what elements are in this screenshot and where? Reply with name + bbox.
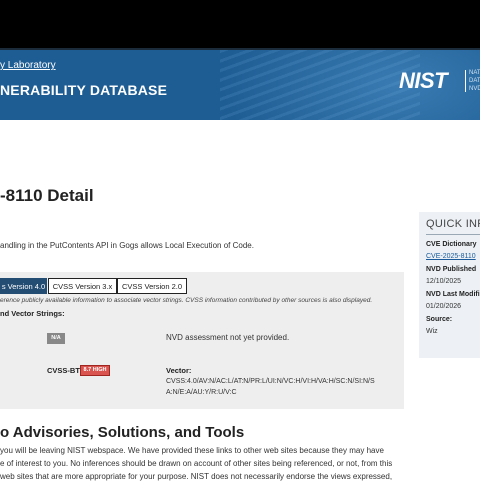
severity-badge[interactable]: 8.7 HIGH: [80, 365, 110, 376]
cvss-bt-label: CVSS-BT: [47, 366, 80, 375]
logo-side-line: NAT: [469, 70, 480, 76]
itl-link[interactable]: y Laboratory: [0, 60, 56, 71]
nvd-assessment-note: NVD assessment not yet provided.: [166, 333, 290, 342]
logo-side-line: DAT: [469, 78, 480, 84]
nvd-published-label: NVD Published: [426, 266, 477, 273]
vector-string-line: A:N/E:A/AU:Y/R:U/V:C: [166, 389, 237, 396]
logo-divider: [465, 70, 466, 92]
nvd-score-badge: N/A: [47, 333, 65, 344]
vulnerability-description: andling in the PutContents API in Gogs a…: [0, 241, 254, 250]
vector-label: Vector:: [166, 366, 192, 375]
header-decoration-lines: [220, 50, 420, 120]
quick-info-title: QUICK INFO: [426, 218, 480, 230]
tab-cvss-3[interactable]: CVSS Version 3.x: [48, 278, 117, 294]
vector-strings-heading: nd Vector Strings:: [0, 309, 65, 318]
tab-cvss-4[interactable]: s Version 4.0: [0, 278, 47, 294]
site-header: y Laboratory NERABILITY DATABASE NIST NA…: [0, 50, 480, 120]
nvd-published-date: 12/10/2025: [426, 278, 462, 285]
cve-dictionary-label: CVE Dictionary: [426, 241, 477, 248]
database-title: NERABILITY DATABASE: [0, 82, 168, 98]
source-value: Wiz: [426, 328, 438, 335]
logo-side-line: NVD: [469, 86, 480, 92]
browser-top-bar: [0, 0, 480, 50]
tab-cvss-2[interactable]: CVSS Version 2.0: [117, 278, 187, 294]
cve-dictionary-link[interactable]: CVE-2025-8110: [426, 253, 476, 260]
quick-info-divider: [426, 234, 480, 235]
references-text-line: you will be leaving NIST webspace. We ha…: [0, 446, 384, 455]
references-heading: o Advisories, Solutions, and Tools: [0, 424, 245, 441]
nist-logo[interactable]: NIST: [399, 68, 448, 94]
vector-string-line: CVSS:4.0/AV:N/AC:L/AT:N/PR:L/UI:N/VC:H/V…: [166, 378, 375, 385]
logo-side-text: NAT DAT NVD: [469, 69, 480, 93]
metrics-note: erence publicly available information to…: [0, 297, 373, 304]
source-label: Source:: [426, 316, 453, 323]
nvd-modified-date: 01/20/2026: [426, 303, 462, 310]
page-title: -8110 Detail: [0, 186, 94, 205]
references-text-line: e of interest to you. No inferences shou…: [0, 459, 393, 468]
nvd-modified-label: NVD Last Modifi: [426, 291, 480, 298]
